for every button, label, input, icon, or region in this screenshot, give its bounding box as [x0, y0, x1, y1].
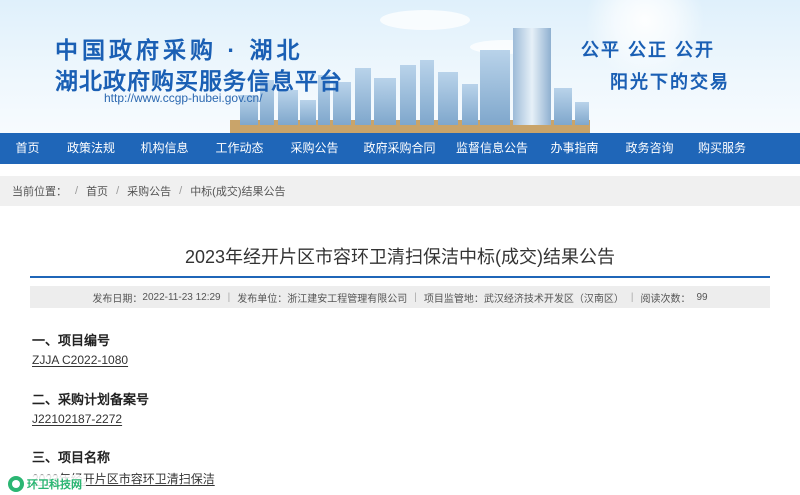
meta-region-label: 项目监管地： — [423, 293, 484, 305]
meta-publisher: 浙江建安工程管理有限公司 — [287, 293, 408, 305]
watermark-logo-icon — [8, 476, 24, 492]
nav-item-policies[interactable]: 政策法规 — [55, 133, 127, 164]
meta-views: 99 — [696, 291, 708, 303]
breadcrumb-separator: / — [75, 185, 79, 197]
section-heading-project-number: 一、项目编号 — [32, 333, 111, 348]
nav-item-work-news[interactable]: 工作动态 — [202, 133, 277, 164]
site-title-line1: 中国政府采购 · 湖北 — [55, 37, 304, 63]
meta-publisher-label: 发布单位： — [237, 293, 288, 305]
nav-item-supervision-notices[interactable]: 监督信息公告 — [447, 133, 537, 164]
slogan-line1: 公平 公正 公开 — [581, 40, 716, 60]
breadcrumb-current: 中标(成交)结果公告 — [190, 186, 286, 198]
site-url: http://www.ccgp-hubei.gov.cn/ — [104, 91, 263, 105]
breadcrumb-prefix: 当前位置： — [12, 186, 67, 198]
meta-divider: | — [630, 291, 634, 303]
section-value-project-number: ZJJA C2022-1080 — [32, 353, 129, 367]
meta-views-label: 阅读次数： — [640, 293, 691, 305]
nav-item-consultation[interactable]: 政务咨询 — [612, 133, 687, 164]
watermark: 环卫科技网 — [4, 475, 86, 493]
nav-item-home[interactable]: 首页 — [0, 133, 55, 164]
article-title: 2023年经开片区市容环卫清扫保洁中标(成交)结果公告 — [184, 247, 616, 267]
main-nav: 首页 政策法规 机构信息 工作动态 采购公告 政府采购合同 监督信息公告 办事指… — [0, 133, 800, 164]
meta-divider: | — [227, 291, 231, 303]
section-heading-plan-record-number: 二、采购计划备案号 — [32, 392, 150, 407]
watermark-text: 环卫科技网 — [27, 479, 82, 491]
meta-divider: | — [414, 291, 417, 303]
nav-item-procurement-notices[interactable]: 采购公告 — [277, 133, 352, 164]
breadcrumb-procurement-notices[interactable]: 采购公告 — [127, 183, 171, 199]
breadcrumb-separator: / — [116, 185, 120, 197]
slogan-line2: 阳光下的交易 — [610, 72, 730, 92]
breadcrumb-separator: / — [179, 185, 183, 197]
section-value-plan-record-number: J22102187-2272 — [32, 412, 123, 426]
nav-item-procurement-contracts[interactable]: 政府采购合同 — [352, 133, 447, 164]
article-meta-bar: 发布日期： 2022-11-23 12:29 | 发布单位： 浙江建安工程管理有… — [30, 286, 770, 308]
header-banner: 中国政府采购 · 湖北 湖北政府购买服务信息平台 http://www.ccgp… — [0, 0, 800, 133]
meta-region: 武汉经济技术开发区（汉南区） — [483, 293, 624, 305]
section-heading-project-name: 三、项目名称 — [32, 450, 111, 465]
nav-item-institutions[interactable]: 机构信息 — [127, 133, 202, 164]
meta-publish-date: 2022-11-23 12:29 — [142, 291, 221, 303]
nav-item-guide[interactable]: 办事指南 — [537, 133, 612, 164]
title-divider — [30, 276, 770, 278]
meta-publish-date-label: 发布日期： — [92, 293, 143, 305]
nav-item-purchase-services[interactable]: 购买服务 — [687, 133, 757, 164]
breadcrumb: 当前位置： / 首页 / 采购公告 / 中标(成交)结果公告 — [0, 176, 800, 206]
breadcrumb-home[interactable]: 首页 — [86, 183, 108, 199]
